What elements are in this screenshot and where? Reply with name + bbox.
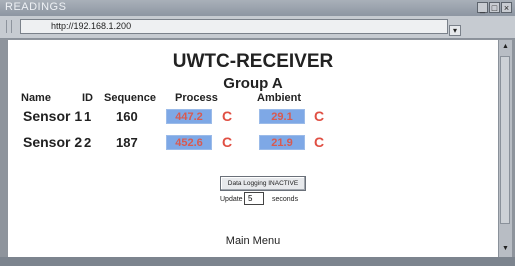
chevron-down-icon[interactable]: ▾ <box>449 25 461 36</box>
ambient-unit: C <box>314 108 325 124</box>
address-bar: http://192.168.1.200 ▾ <box>0 16 515 39</box>
scroll-down-icon[interactable]: ▼ <box>500 244 511 254</box>
row-sequence: 160 <box>116 109 138 124</box>
address-field[interactable]: http://192.168.1.200 ▾ <box>20 19 461 36</box>
scroll-up-icon[interactable]: ▲ <box>500 42 511 52</box>
ambient-unit: C <box>314 134 325 150</box>
row-sequence: 187 <box>116 135 138 150</box>
scroll-thumb[interactable] <box>500 56 510 224</box>
group-title: Group A <box>223 75 283 92</box>
process-unit: C <box>222 108 233 124</box>
column-header-process: Process <box>175 92 218 104</box>
browser-window: READINGS _ □ × http://192.168.1.200 ▾ UW… <box>0 0 515 266</box>
process-unit: C <box>222 134 233 150</box>
data-logging-button[interactable]: Data Logging INACTIVE <box>220 176 306 191</box>
update-unit: seconds <box>272 196 299 203</box>
page-title: UWTC-RECEIVER <box>172 51 334 72</box>
window-title: READINGS <box>5 1 67 13</box>
toolbar-grip[interactable] <box>6 20 12 33</box>
address-url[interactable]: http://192.168.1.200 <box>51 20 131 33</box>
column-header-sequence: Sequence <box>104 92 156 104</box>
column-header-ambient: Ambient <box>257 92 301 104</box>
status-bar <box>0 257 515 266</box>
minimize-button[interactable]: _ <box>477 2 488 13</box>
maximize-button[interactable]: □ <box>489 2 500 13</box>
row-id: 2 <box>84 135 92 150</box>
vertical-scrollbar[interactable]: ▲ ▼ <box>498 40 512 257</box>
update-label: Update <box>220 196 243 203</box>
window-controls: _ □ × <box>477 2 512 13</box>
process-readout: 447.2 <box>166 109 212 124</box>
close-button[interactable]: × <box>501 2 512 13</box>
column-header-name: Name <box>21 92 51 104</box>
row-id: 1 <box>84 109 92 124</box>
process-readout: 452.6 <box>166 135 212 150</box>
title-bar: READINGS _ □ × <box>0 0 515 16</box>
row-name: Sensor 2 <box>23 134 83 150</box>
update-interval-input[interactable]: 5 <box>244 192 264 205</box>
column-header-id: ID <box>82 92 93 104</box>
main-menu-link[interactable]: Main Menu <box>8 235 498 247</box>
page-content: UWTC-RECEIVER Group A Name ID Sequence P… <box>8 40 498 257</box>
ambient-readout: 29.1 <box>259 109 305 124</box>
row-name: Sensor 1 <box>23 108 83 124</box>
ambient-readout: 21.9 <box>259 135 305 150</box>
